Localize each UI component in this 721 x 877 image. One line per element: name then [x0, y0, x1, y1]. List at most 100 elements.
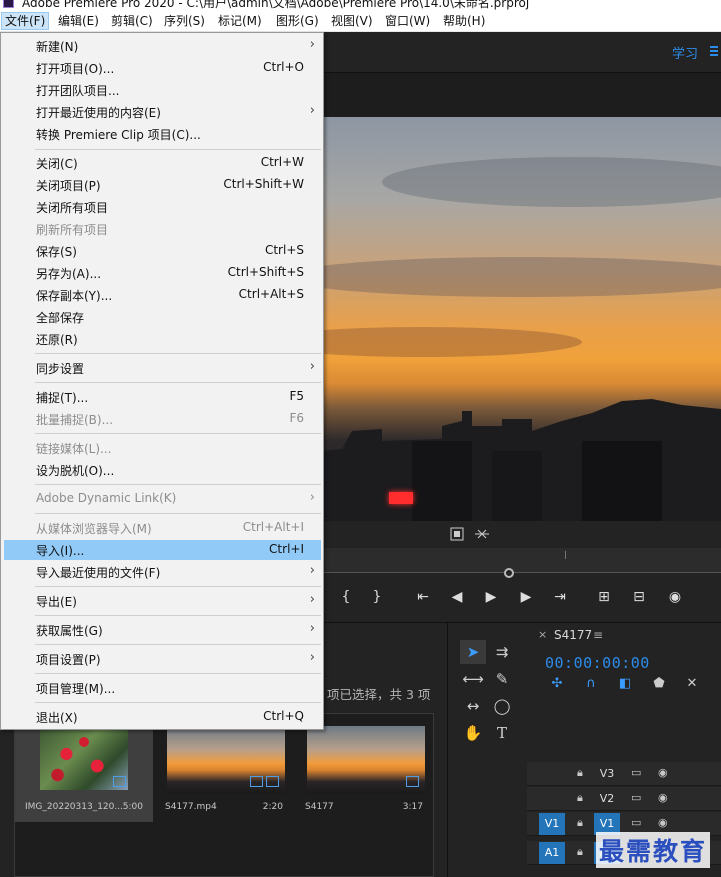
clip-item[interactable]: S4177.mp4 2:20	[155, 714, 293, 822]
menu-item-project-settings[interactable]: 项目设置(P) ›	[4, 649, 321, 669]
linked-selection-icon[interactable]: ◧	[617, 676, 633, 692]
submenu-arrow-icon: ›	[309, 359, 315, 374]
insert-icon[interactable]: ⊞	[593, 587, 615, 607]
menu-item-label: 获取属性(G)	[36, 624, 103, 638]
menu-item-open-project[interactable]: 打开项目(O)... Ctrl+O	[4, 58, 321, 78]
menu-item-shortcut: F5	[289, 389, 304, 403]
type-tool-icon[interactable]: T	[489, 721, 515, 745]
play-icon[interactable]: ▶	[480, 587, 502, 607]
go-to-in-icon[interactable]: ⇤	[412, 587, 434, 607]
menu-item-get-properties[interactable]: 获取属性(G) ›	[4, 620, 321, 640]
menu-item-exit[interactable]: 退出(X) Ctrl+Q	[4, 707, 321, 727]
camera-icon[interactable]: ◉	[664, 587, 686, 607]
menu-sequence[interactable]: 序列(S)	[161, 12, 208, 30]
monitor-scrub-bar[interactable]	[322, 548, 721, 578]
settings-wrench-icon[interactable]: ✕	[684, 676, 700, 692]
pen-tool-icon[interactable]: ◯	[489, 694, 515, 718]
menu-item-project-manager[interactable]: 项目管理(M)...	[4, 678, 321, 698]
sync-icon[interactable]: ▭	[631, 791, 641, 804]
menu-item-refresh-all: 刷新所有项目	[4, 219, 321, 239]
lock-icon[interactable]: 🔒︎	[577, 766, 583, 780]
playhead-handle[interactable]	[504, 568, 514, 578]
menu-item-label: 打开最近使用的内容(E)	[36, 106, 161, 120]
menu-item-label: 同步设置	[36, 362, 85, 376]
submenu-arrow-icon: ›	[309, 592, 315, 607]
snap-icon[interactable]: ∩	[583, 676, 599, 692]
safe-margins-icon[interactable]	[450, 527, 464, 541]
menu-item-new[interactable]: 新建(N) ›	[4, 36, 321, 56]
timeline-menu-icon[interactable]: ≡	[593, 628, 603, 642]
selection-tool-icon[interactable]: ➤	[460, 640, 486, 664]
go-to-out-icon[interactable]: ⇥	[549, 587, 571, 607]
menu-item-label: 项目管理(M)...	[36, 682, 116, 696]
menu-item-dynamic-link: Adobe Dynamic Link(K) ›	[4, 489, 321, 509]
menu-clip[interactable]: 剪辑(C)	[108, 12, 156, 30]
razor-tool-icon[interactable]: ✎	[489, 667, 515, 691]
clip-item[interactable]: IMG_20220313_120... 5:00	[15, 714, 153, 822]
add-marker-icon[interactable]: ⬟	[651, 676, 667, 692]
menu-edit[interactable]: 编辑(E)	[55, 12, 102, 30]
menu-help[interactable]: 帮助(H)	[440, 12, 488, 30]
menu-item-import-recent[interactable]: 导入最近使用的文件(F) ›	[4, 562, 321, 582]
lock-icon[interactable]: 🔒︎	[577, 791, 583, 805]
menu-item-make-offline[interactable]: 设为脱机(O)...	[4, 460, 321, 480]
overwrite-icon[interactable]: ⊟	[628, 587, 650, 607]
menu-item-save-copy[interactable]: 保存副本(Y)... Ctrl+Alt+S	[4, 285, 321, 305]
menu-item-save[interactable]: 保存(S) Ctrl+S	[4, 241, 321, 261]
hand-tool-icon[interactable]: ✋	[460, 721, 486, 745]
menu-view[interactable]: 视图(V)	[328, 12, 376, 30]
menu-item-save-all[interactable]: 全部保存	[4, 307, 321, 327]
title-bar: Adobe Premiere Pro 2020 - C:\用户\admin\文档…	[0, 0, 721, 10]
eye-icon[interactable]: ◉	[658, 816, 668, 829]
nest-icon[interactable]: ✣	[549, 676, 565, 692]
menu-item-close[interactable]: 关闭(C) Ctrl+W	[4, 153, 321, 173]
transport-controls: { } ⇤ ◀ ▶ ▶ ⇥ ⊞ ⊟ ◉	[322, 580, 721, 616]
source-patch[interactable]: V1	[539, 813, 565, 835]
sync-icon[interactable]: ▭	[631, 816, 641, 829]
audio-icon	[266, 776, 279, 787]
menu-item-save-as[interactable]: 另存为(A)... Ctrl+Shift+S	[4, 263, 321, 283]
menu-item-label: 打开项目(O)...	[36, 62, 115, 76]
timeline-close-icon[interactable]: ×	[538, 628, 547, 641]
ripple-edit-tool-icon[interactable]: ⟷	[460, 667, 486, 691]
menu-marker[interactable]: 标记(M)	[215, 12, 265, 30]
menu-item-convert-clip[interactable]: 转换 Premiere Clip 项目(C)...	[4, 124, 321, 144]
timeline-sequence-tab[interactable]: S4177	[554, 628, 592, 642]
timeline-timecode[interactable]: 00:00:00:00	[545, 654, 650, 672]
menu-item-label: 关闭(C)	[36, 157, 78, 171]
lock-icon[interactable]: 🔒︎	[577, 845, 583, 859]
sync-icon[interactable]: ▭	[631, 766, 641, 779]
step-forward-icon[interactable]: ▶	[515, 587, 537, 607]
menu-item-revert[interactable]: 还原(R)	[4, 329, 321, 349]
menu-item-close-all[interactable]: 关闭所有项目	[4, 197, 321, 217]
menu-item-capture[interactable]: 捕捉(T)... F5	[4, 387, 321, 407]
workspace-more-icon[interactable]	[708, 44, 720, 58]
menu-window[interactable]: 窗口(W)	[382, 12, 433, 30]
eye-icon[interactable]: ◉	[658, 791, 668, 804]
menu-item-label: 转换 Premiere Clip 项目(C)...	[36, 128, 201, 142]
program-monitor-header	[322, 72, 721, 117]
tools-panel: ➤ ⇉ ⟷ ✎ ↔ ◯ ✋ T	[447, 622, 527, 877]
source-patch[interactable]: A1	[539, 842, 565, 864]
eye-icon[interactable]: ◉	[658, 766, 668, 779]
clip-item[interactable]: S4177 3:17	[295, 714, 433, 822]
slip-tool-icon[interactable]: ↔	[460, 694, 486, 718]
menu-item-open-recent[interactable]: 打开最近使用的内容(E) ›	[4, 102, 321, 122]
lock-icon[interactable]: 🔒︎	[577, 816, 583, 830]
menu-item-import[interactable]: 导入(I)... Ctrl+I	[4, 540, 321, 560]
menu-graphics[interactable]: 图形(G)	[273, 12, 322, 30]
menu-item-label: 保存(S)	[36, 245, 77, 259]
menu-item-sync-settings[interactable]: 同步设置 ›	[4, 358, 321, 378]
menu-item-open-team-project[interactable]: 打开团队项目...	[4, 80, 321, 100]
menu-item-label: 导入(I)...	[36, 544, 85, 558]
menu-item-export[interactable]: 导出(E) ›	[4, 591, 321, 611]
menu-item-close-project[interactable]: 关闭项目(P) Ctrl+Shift+W	[4, 175, 321, 195]
track-select-tool-icon[interactable]: ⇉	[489, 640, 515, 664]
menu-file[interactable]: 文件(F)	[1, 12, 50, 30]
program-monitor-video	[322, 117, 721, 521]
step-back-icon[interactable]: ◀	[446, 587, 468, 607]
compare-view-icon[interactable]	[474, 528, 490, 540]
mark-in-icon[interactable]: {	[335, 587, 357, 607]
workspace-learn-tab[interactable]: 学习	[672, 43, 698, 62]
mark-out-icon[interactable]: }	[366, 587, 388, 607]
